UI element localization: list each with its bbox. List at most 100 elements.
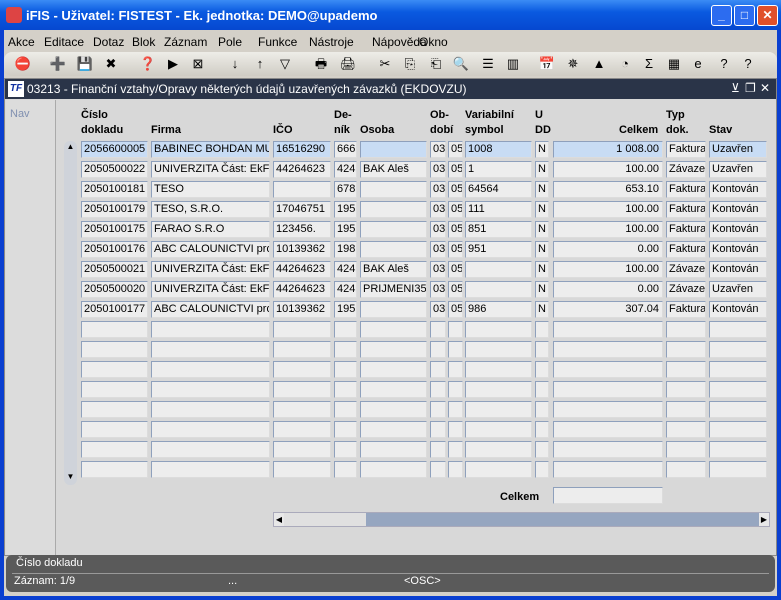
cell-udd[interactable] — [535, 341, 549, 358]
exit-icon[interactable]: ⛔ — [14, 55, 32, 73]
vertical-scrollbar[interactable]: ▲ ▼ — [64, 141, 77, 485]
cell-variabilni-symbol[interactable] — [465, 361, 532, 378]
cell-celkem[interactable]: 100.00 — [553, 161, 663, 178]
cell-variabilni-symbol[interactable] — [465, 401, 532, 418]
cell-cislo[interactable] — [81, 441, 148, 458]
cell-celkem[interactable] — [553, 361, 663, 378]
cell-celkem[interactable] — [553, 441, 663, 458]
cell-obdobi2[interactable] — [448, 361, 463, 378]
cell-celkem[interactable] — [553, 321, 663, 338]
cell-cislo[interactable] — [81, 341, 148, 358]
cell-ico[interactable]: 10139362 — [273, 241, 331, 258]
cell-celkem[interactable] — [553, 401, 663, 418]
cell-denik[interactable] — [334, 401, 357, 418]
cell-cislo[interactable] — [81, 321, 148, 338]
cell-obdobi1[interactable]: 03 — [430, 241, 446, 258]
cell-variabilni-symbol[interactable]: 111 — [465, 201, 532, 218]
horizontal-scrollbar[interactable]: ◀ ▶ — [273, 512, 770, 527]
cell-stav[interactable]: Uzavřen — [709, 141, 767, 158]
cell-cislo[interactable] — [81, 361, 148, 378]
cell-variabilni-symbol[interactable] — [465, 441, 532, 458]
cell-obdobi2[interactable]: 05 — [448, 141, 463, 158]
menu-2[interactable]: Dotaz — [93, 35, 124, 49]
cell-variabilni-symbol[interactable]: 1008 — [465, 141, 532, 158]
menu-4[interactable]: Záznam — [164, 35, 207, 49]
columns-icon[interactable]: ▥ — [504, 55, 522, 73]
cut-icon[interactable]: ✂ — [376, 55, 394, 73]
save-icon[interactable]: 💾 — [76, 55, 94, 73]
menu-3[interactable]: Blok — [132, 35, 155, 49]
cell-ico[interactable]: 123456. — [273, 221, 331, 238]
cell-firma[interactable] — [151, 461, 270, 478]
cell-ico[interactable]: 10139362 — [273, 301, 331, 318]
cell-variabilni-symbol[interactable] — [465, 341, 532, 358]
cell-obdobi1[interactable] — [430, 361, 446, 378]
cell-celkem[interactable] — [553, 341, 663, 358]
cell-obdobi2[interactable]: 05 — [448, 221, 463, 238]
sort-desc-icon[interactable]: ↑ — [251, 55, 269, 73]
close-button[interactable]: ✕ — [757, 5, 778, 26]
cell-obdobi1[interactable] — [430, 441, 446, 458]
cell-obdobi2[interactable]: 05 — [448, 301, 463, 318]
cell-cislo[interactable]: 2050500022 — [81, 161, 148, 178]
cell-udd[interactable]: N — [535, 181, 549, 198]
cell-ico[interactable] — [273, 381, 331, 398]
cell-osoba[interactable] — [360, 381, 427, 398]
sum-icon[interactable]: Σ — [640, 55, 658, 73]
cell-obdobi1[interactable]: 03 — [430, 281, 446, 298]
cell-obdobi2[interactable]: 05 — [448, 161, 463, 178]
cell-ico[interactable] — [273, 461, 331, 478]
cell-osoba[interactable] — [360, 221, 427, 238]
cell-variabilni-symbol[interactable]: 986 — [465, 301, 532, 318]
cell-stav[interactable] — [709, 401, 767, 418]
cell-celkem[interactable]: 100.00 — [553, 221, 663, 238]
cell-obdobi2[interactable] — [448, 341, 463, 358]
cell-denik[interactable] — [334, 321, 357, 338]
scroll-down-icon[interactable]: ▼ — [65, 472, 76, 484]
cell-osoba[interactable] — [360, 421, 427, 438]
cell-osoba[interactable] — [360, 461, 427, 478]
cell-stav[interactable]: Kontován — [709, 181, 767, 198]
cell-denik[interactable]: 424 — [334, 281, 357, 298]
cell-typ[interactable] — [666, 321, 706, 338]
cell-stav[interactable]: Kontován — [709, 301, 767, 318]
cell-ico[interactable]: 44264623 — [273, 261, 331, 278]
cell-typ[interactable] — [666, 361, 706, 378]
cell-typ[interactable] — [666, 441, 706, 458]
menu-7[interactable]: Nástroje — [309, 35, 354, 49]
cell-cislo[interactable]: 2050100179 — [81, 201, 148, 218]
restore-form-icon[interactable]: ❐ — [745, 81, 756, 95]
execute-query-icon[interactable]: ▶ — [164, 55, 182, 73]
cell-denik[interactable]: 666 — [334, 141, 357, 158]
cell-firma[interactable]: TESO — [151, 181, 270, 198]
filter-icon[interactable]: ▽ — [276, 55, 294, 73]
cell-variabilni-symbol[interactable]: 64564 — [465, 181, 532, 198]
maximize-button[interactable]: □ — [734, 5, 755, 26]
scroll-thumb[interactable] — [284, 513, 366, 526]
cell-stav[interactable] — [709, 441, 767, 458]
minimize-button[interactable]: _ — [711, 5, 732, 26]
close-form-icon[interactable]: ✕ — [760, 81, 770, 95]
excel-icon[interactable]: ▦ — [665, 55, 683, 73]
cell-stav[interactable]: Uzavřen — [709, 161, 767, 178]
cell-udd[interactable] — [535, 421, 549, 438]
cell-typ[interactable]: Závazek — [666, 281, 706, 298]
cell-stav[interactable]: Kontován — [709, 221, 767, 238]
cell-cislo[interactable]: 2050500021 — [81, 261, 148, 278]
cell-denik[interactable]: 424 — [334, 261, 357, 278]
cell-stav[interactable] — [709, 421, 767, 438]
cell-variabilni-symbol[interactable] — [465, 461, 532, 478]
menu-1[interactable]: Editace — [44, 35, 84, 49]
cell-variabilni-symbol[interactable]: 851 — [465, 221, 532, 238]
cell-cislo[interactable]: 2050100181 — [81, 181, 148, 198]
cell-firma[interactable] — [151, 401, 270, 418]
cell-ico[interactable] — [273, 341, 331, 358]
cell-variabilni-symbol[interactable] — [465, 261, 532, 278]
cell-typ[interactable]: Faktura — [666, 241, 706, 258]
cell-celkem[interactable]: 0.00 — [553, 281, 663, 298]
cell-firma[interactable] — [151, 421, 270, 438]
cell-denik[interactable] — [334, 461, 357, 478]
cell-udd[interactable]: N — [535, 161, 549, 178]
sort-asc-icon[interactable]: ↓ — [226, 55, 244, 73]
calendar-icon[interactable]: 📅 — [538, 55, 556, 73]
